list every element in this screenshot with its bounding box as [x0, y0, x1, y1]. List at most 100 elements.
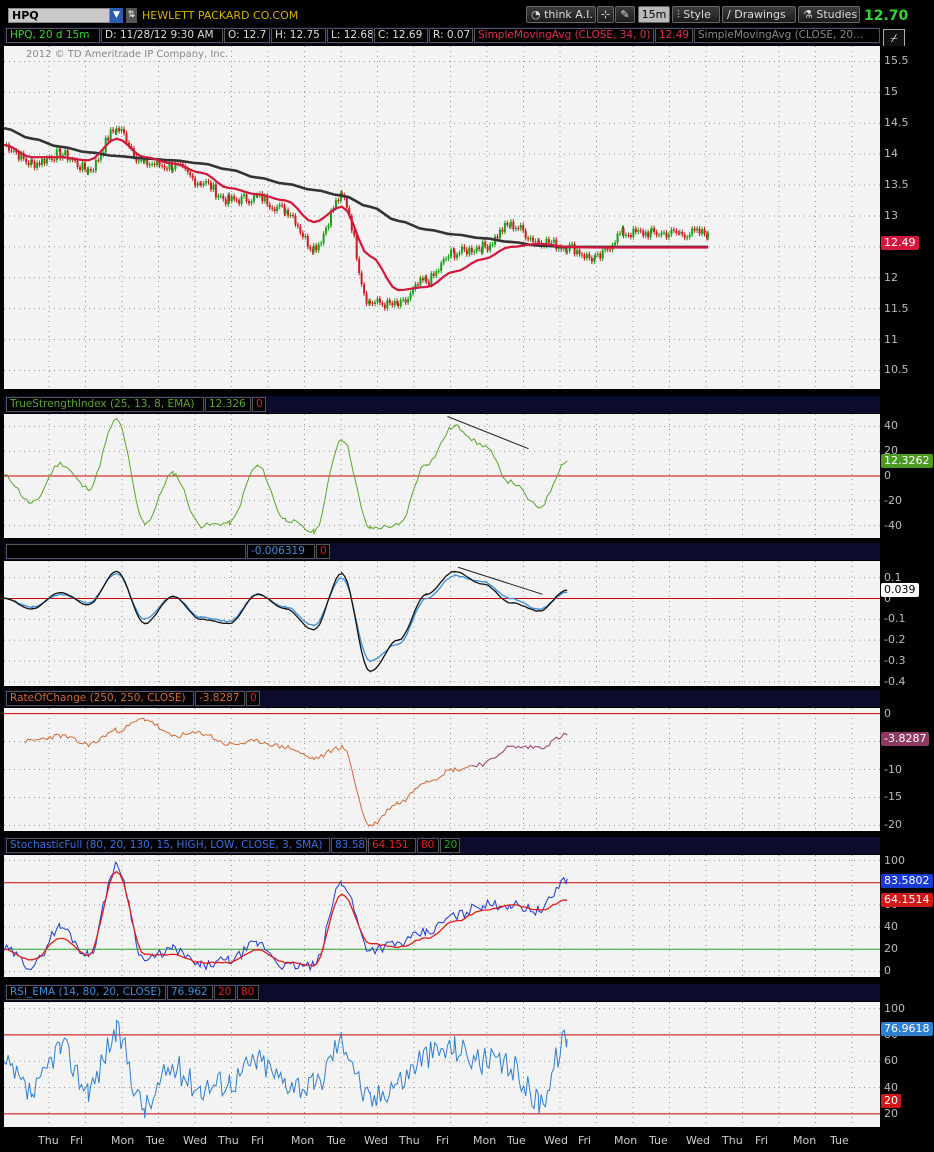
stoch-pane[interactable]	[4, 855, 880, 977]
candle-body	[381, 303, 384, 305]
price-chart-svg	[4, 46, 880, 389]
tsi-badge: 12.3262	[881, 454, 933, 468]
candle-body	[458, 252, 461, 255]
candle-body	[465, 249, 468, 255]
candle-body	[430, 273, 433, 286]
trendline	[447, 416, 529, 450]
candle-body	[189, 172, 192, 176]
candle-body	[238, 200, 241, 204]
x-axis-label: Thu	[399, 1134, 420, 1147]
rsi-pane[interactable]	[4, 1002, 880, 1127]
candle-body	[683, 234, 686, 238]
candle-body	[386, 300, 389, 309]
axis-tick-label: 20	[884, 942, 898, 956]
candle-body	[393, 300, 396, 306]
x-axis-label: Thu	[722, 1134, 743, 1147]
symbol-dropdown-icon[interactable]: ▼	[110, 8, 123, 23]
candle-body	[663, 232, 665, 234]
candle-body	[376, 298, 379, 303]
company-name: HEWLETT PACKARD CO.COM	[142, 9, 299, 22]
sma34-label[interactable]: SimpleMovingAvg (CLOSE, 34, 0)	[474, 28, 654, 43]
axis-tick-label: 20	[884, 1106, 898, 1120]
stoch-k-line	[4, 861, 568, 972]
studies-button[interactable]: ⚗ Studies	[798, 6, 860, 23]
candle-body	[194, 178, 197, 186]
candle-body	[491, 244, 494, 246]
x-axis-label: Thu	[38, 1134, 59, 1147]
candle-body	[650, 228, 653, 231]
sma-long-label[interactable]: SimpleMovingAvg (CLOSE, 20...	[694, 28, 880, 43]
crosshair-tool-icon[interactable]: ⊹	[597, 6, 614, 23]
candle-body	[355, 235, 358, 259]
candle-body	[437, 270, 440, 272]
candle-body	[120, 129, 123, 132]
axis-tick-label: 0	[884, 964, 891, 978]
roc-axis: 0-5-10-15-20	[880, 707, 934, 831]
interval-button[interactable]: 15m	[638, 6, 670, 23]
candle-body	[596, 253, 599, 255]
candle-body	[10, 150, 13, 152]
pencil-tool-icon[interactable]: ✎	[615, 6, 635, 23]
candle-body	[233, 196, 236, 200]
sma34-line	[4, 137, 708, 292]
candle-body	[345, 197, 348, 208]
candle-body	[571, 243, 574, 245]
candle-body	[450, 249, 453, 257]
candle-body	[447, 256, 450, 259]
candle-body	[609, 249, 612, 251]
candle-body	[171, 169, 174, 171]
style-button[interactable]: ⫶ Style	[672, 6, 720, 23]
drawings-button[interactable]: ∕ Drawings	[722, 6, 796, 23]
candle-body	[627, 234, 630, 236]
last-price: 12.70	[864, 8, 909, 24]
candle-body	[107, 137, 110, 141]
candle-body	[647, 232, 650, 238]
axis-tick-label: 14	[884, 147, 898, 161]
candle-body	[41, 158, 44, 165]
axis-tick-label: -40	[884, 518, 902, 532]
axis-tick-label: 60	[884, 1054, 898, 1068]
candle-body	[707, 233, 709, 238]
candle-body	[678, 232, 681, 234]
symbol-link-icon[interactable]: ⇅	[126, 8, 137, 23]
bar-range: R: 0.07	[429, 28, 473, 43]
candle-body	[45, 157, 48, 164]
macd-pane[interactable]	[4, 561, 880, 686]
candle-body	[205, 181, 208, 184]
candle-body	[585, 254, 588, 259]
macd-chart-svg	[4, 561, 880, 686]
candle-body	[388, 300, 391, 304]
sma20-line	[4, 137, 709, 292]
price-pane[interactable]: 2012 © TD Ameritrade IP Company, Inc.	[4, 46, 880, 389]
x-axis-label: Fri	[578, 1134, 592, 1147]
axis-tick-label: 15.5	[884, 54, 909, 68]
symbol-period[interactable]: HPQ, 20 d 15m	[6, 28, 100, 43]
rsi-label[interactable]: RSI_EMA (14, 80, 20, CLOSE)	[6, 985, 166, 1000]
candle-body	[235, 199, 238, 201]
symbol-input[interactable]: HPQ	[8, 8, 110, 23]
x-axis-label: Fri	[436, 1134, 450, 1147]
think-ai-button[interactable]: ◔ think A.I.	[526, 6, 596, 23]
candle-body	[36, 162, 39, 168]
candle-body	[576, 249, 579, 255]
candle-body	[644, 232, 647, 236]
macd-axis: 0.1 0 -0.1 -0.2 -0.3 -0.4	[880, 561, 934, 687]
candle-body	[27, 162, 30, 166]
candle-body	[81, 162, 84, 171]
axis-tick-label: 11.5	[884, 301, 909, 315]
tsi-label[interactable]: TrueStrengthIndex (25, 13, 8, EMA)	[6, 397, 204, 412]
tsi-pane[interactable]	[4, 414, 880, 538]
bar-date: D: 11/28/12 9:30 AM	[101, 28, 223, 43]
candle-body	[140, 160, 143, 162]
roc-pane[interactable]	[4, 708, 880, 831]
macd-label[interactable]	[6, 544, 246, 559]
candle-body	[304, 235, 307, 238]
trendline	[457, 566, 543, 595]
macd-line	[4, 570, 568, 673]
chart-settings-icon[interactable]: ⌿	[883, 29, 905, 47]
roc-chart-svg	[4, 708, 880, 831]
candle-body	[407, 298, 410, 303]
candle-body	[509, 221, 512, 227]
roc-label[interactable]: RateOfChange (250, 250, CLOSE)	[6, 691, 194, 706]
stoch-label[interactable]: StochasticFull (80, 20, 130, 15, HIGH, L…	[6, 838, 330, 853]
